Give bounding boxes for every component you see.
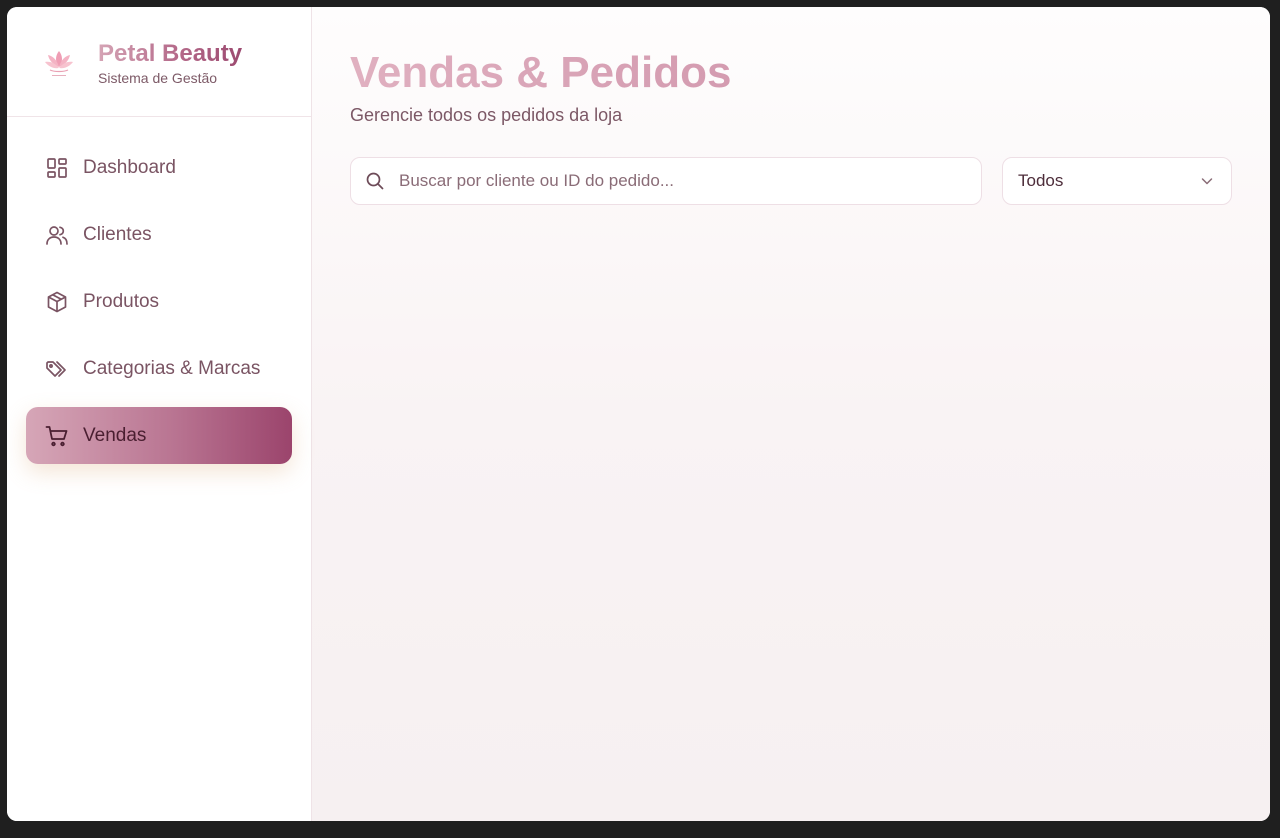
status-filter-value: Todos (1018, 171, 1064, 190)
window-bottom-edge (0, 831, 1280, 838)
sidebar-item-label: Dashboard (83, 156, 176, 178)
lotus-logo-icon (45, 51, 73, 76)
dashboard-grid-icon (45, 156, 69, 180)
sidebar-item-label: Clientes (83, 223, 152, 245)
brand-header: Petal Beauty Sistema de Gestão (7, 7, 311, 117)
app-window: Petal Beauty Sistema de Gestão Dashboard (7, 7, 1270, 821)
sidebar-item-vendas[interactable]: Vendas (26, 407, 292, 464)
shopping-cart-icon (45, 424, 69, 448)
status-filter-select[interactable]: Todos (1002, 157, 1232, 205)
orders-toolbar: Todos (350, 157, 1232, 205)
main-content: Vendas & Pedidos Gerencie todos os pedid… (312, 7, 1270, 821)
sidebar-item-label: Categorias & Marcas (83, 357, 261, 379)
sidebar: Petal Beauty Sistema de Gestão Dashboard (7, 7, 312, 821)
search-icon (365, 171, 385, 191)
sidebar-item-clientes[interactable]: Clientes (26, 206, 292, 263)
sidebar-item-produtos[interactable]: Produtos (26, 273, 292, 330)
search-box[interactable] (350, 157, 982, 205)
sidebar-item-dashboard[interactable]: Dashboard (26, 139, 292, 196)
brand-name: Petal Beauty (98, 40, 243, 67)
sidebar-item-categorias-marcas[interactable]: Categorias & Marcas (26, 340, 292, 397)
sidebar-nav: Dashboard Clientes Produtos Categorias &… (7, 117, 311, 464)
chevron-down-icon (1200, 174, 1214, 188)
page-title: Vendas & Pedidos (350, 47, 1232, 99)
tags-icon (45, 357, 69, 381)
users-icon (45, 223, 69, 247)
search-input[interactable] (399, 171, 959, 191)
sidebar-item-label: Vendas (83, 424, 147, 446)
brand-tagline: Sistema de Gestão (98, 70, 218, 86)
sidebar-item-label: Produtos (83, 290, 160, 312)
package-box-icon (45, 290, 69, 314)
page-subtitle: Gerencie todos os pedidos da loja (350, 105, 623, 125)
